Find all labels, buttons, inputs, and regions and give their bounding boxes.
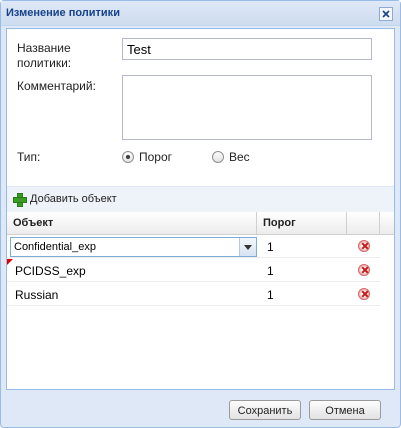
- column-header-actions: [347, 212, 380, 235]
- plus-icon: [13, 193, 27, 207]
- edit-policy-dialog: Изменение политики Название политики: Ко…: [0, 0, 401, 428]
- save-button[interactable]: Сохранить: [229, 400, 301, 420]
- threshold-cell[interactable]: 1: [261, 235, 280, 258]
- type-weight-radio[interactable]: [212, 151, 224, 163]
- policy-name-label: Название политики:: [17, 41, 72, 70]
- type-threshold-radio[interactable]: [122, 151, 134, 163]
- delete-icon[interactable]: [358, 264, 370, 276]
- type-weight-label: Вес: [229, 150, 250, 164]
- grid-header: Объект Порог: [7, 212, 394, 235]
- dialog-titlebar[interactable]: Изменение политики: [1, 1, 400, 26]
- close-icon: [382, 10, 390, 18]
- threshold-cell[interactable]: 1: [261, 259, 280, 282]
- object-cell[interactable]: PCIDSS_exp: [9, 259, 92, 282]
- delete-icon[interactable]: [358, 240, 370, 252]
- type-threshold-label: Порог: [139, 150, 173, 164]
- object-cell[interactable]: Russian: [9, 283, 64, 306]
- column-header-object[interactable]: Объект: [7, 212, 257, 235]
- comment-textarea[interactable]: [122, 75, 372, 140]
- grid-toolbar: Добавить объект: [7, 186, 394, 212]
- dialog-body: Название политики: Комментарий: Тип: Пор…: [6, 28, 395, 390]
- threshold-cell[interactable]: 1: [261, 283, 280, 306]
- table-row[interactable]: Confidential_exp 1: [7, 235, 380, 258]
- table-row[interactable]: PCIDSS_exp 1: [7, 259, 380, 282]
- object-select[interactable]: Confidential_exp: [10, 237, 257, 257]
- dialog-title: Изменение политики: [6, 7, 120, 19]
- comment-label: Комментарий:: [17, 79, 96, 93]
- add-object-label: Добавить объект: [30, 193, 117, 205]
- delete-icon[interactable]: [358, 288, 370, 300]
- type-label: Тип:: [17, 150, 41, 164]
- object-select-value: Confidential_exp: [14, 241, 96, 253]
- table-row[interactable]: Russian 1: [7, 283, 380, 306]
- add-object-button[interactable]: Добавить объект: [7, 187, 127, 213]
- cancel-button[interactable]: Отмена: [309, 400, 381, 420]
- close-button[interactable]: [379, 7, 393, 21]
- policy-name-input[interactable]: [122, 38, 372, 60]
- column-header-threshold[interactable]: Порог: [257, 212, 347, 235]
- chevron-down-icon[interactable]: [239, 238, 256, 256]
